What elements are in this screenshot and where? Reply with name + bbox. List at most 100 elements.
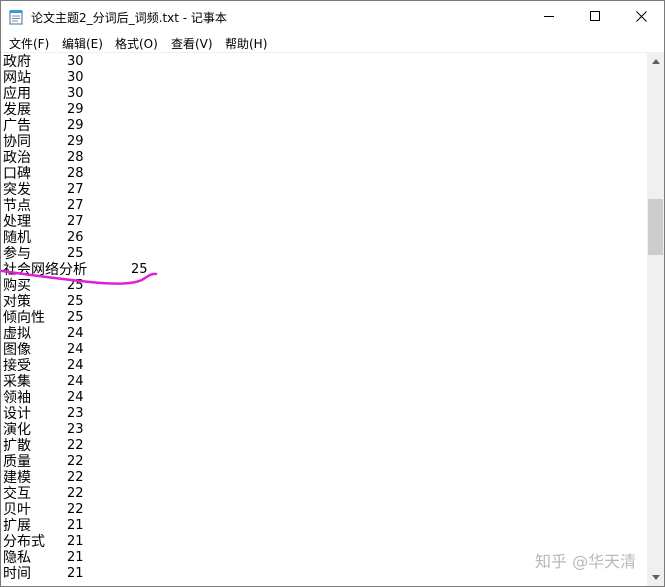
term-text: 随机 [3,230,31,246]
text-editor-area[interactable]: 政府 30 网站 30 应用 30 发展 29 广告 29 协同 29 政治 28 口碑 28 突发 27 节点 27… [1,53,647,586]
term-text: 质量 [3,454,31,470]
text-line: 广告 29 [3,118,84,134]
minimize-button[interactable] [526,1,572,32]
scroll-down-button[interactable] [647,569,664,586]
maximize-button[interactable] [572,1,618,32]
term-text: 贝叶 [3,502,31,518]
text-line: 扩展 21 [3,518,84,534]
term-count: 23 [67,422,84,437]
scroll-up-button[interactable] [647,53,664,70]
term-text: 图像 [3,342,31,358]
scroll-up-icon [651,59,660,64]
vertical-scrollbar[interactable] [647,53,664,586]
text-line: 质量 22 [3,454,84,470]
term-count: 28 [67,150,84,165]
term-text: 采集 [3,374,31,390]
text-line: 政治 28 [3,150,84,166]
text-line: 对策 25 [3,294,84,310]
term-count: 25 [67,278,84,293]
term-text: 口碑 [3,166,31,182]
term-count: 25 [131,262,148,277]
menu-format[interactable]: 格式(O) [115,35,158,52]
text-line: 时间 21 [3,566,84,582]
term-count: 21 [67,534,84,549]
text-line: 购买 25 [3,278,84,294]
term-count: 22 [67,470,84,485]
close-icon [635,11,647,22]
text-line: 应用 30 [3,86,84,102]
text-line: 突发 27 [3,182,84,198]
term-text: 倾向性 [3,310,45,326]
term-text: 对策 [3,294,31,310]
window-title: 论文主题2_分词后_词频.txt - 记事本 [31,11,227,25]
term-count: 26 [67,230,84,245]
text-line: 随机 26 [3,230,84,246]
menu-edit[interactable]: 编辑(E) [62,35,103,52]
text-line: 图像 24 [3,342,84,358]
text-line: 隐私 21 [3,550,84,566]
term-count: 25 [67,294,84,309]
term-text: 应用 [3,86,31,102]
maximize-icon [589,11,600,21]
term-text: 分布式 [3,534,45,550]
term-count: 22 [67,454,84,469]
term-text: 扩展 [3,518,31,534]
term-count: 25 [67,310,84,325]
term-text: 接受 [3,358,31,374]
text-line: 建模 22 [3,470,84,486]
term-count: 29 [67,134,84,149]
term-text: 参与 [3,246,31,262]
term-text: 交互 [3,486,31,502]
term-text: 虚拟 [3,326,31,342]
term-text: 扩散 [3,438,31,454]
term-count: 30 [67,70,84,85]
term-count: 21 [67,550,84,565]
term-text: 政治 [3,150,31,166]
text-line: 参与 25 [3,246,84,262]
term-count: 22 [67,502,84,517]
term-count: 23 [67,406,84,421]
term-text: 时间 [3,566,31,582]
term-text: 协同 [3,134,31,150]
term-count: 25 [67,246,84,261]
text-line: 社会网络分析 25 [3,262,148,278]
notepad-window: 论文主题2_分词后_词频.txt - 记事本 文件(F) 编辑(E) 格式(O)… [0,0,665,587]
text-line: 贝叶 22 [3,502,84,518]
text-line: 设计 23 [3,406,84,422]
term-count: 21 [67,566,84,581]
term-text: 政府 [3,54,31,70]
text-line: 接受 24 [3,358,84,374]
text-line: 网站 30 [3,70,84,86]
term-count: 22 [67,486,84,501]
term-count: 27 [67,214,84,229]
text-line: 政府 30 [3,54,84,70]
term-text: 领袖 [3,390,31,406]
close-button[interactable] [618,1,664,32]
scroll-down-icon [651,575,660,580]
term-count: 28 [67,166,84,181]
menu-view[interactable]: 查看(V) [171,35,213,52]
term-count: 30 [67,86,84,101]
watermark: 知乎 @华天清 [535,552,637,571]
scrollbar-thumb[interactable] [648,199,663,255]
menu-file[interactable]: 文件(F) [9,35,49,52]
term-text: 突发 [3,182,31,198]
term-count: 21 [67,518,84,533]
menu-help[interactable]: 帮助(H) [225,35,267,52]
text-line: 扩散 22 [3,438,84,454]
term-text: 演化 [3,422,31,438]
text-line: 采集 24 [3,374,84,390]
term-text: 处理 [3,214,31,230]
term-count: 27 [67,198,84,213]
text-line: 领袖 24 [3,390,84,406]
term-text: 广告 [3,118,31,134]
text-line: 虚拟 24 [3,326,84,342]
term-count: 29 [67,118,84,133]
text-line: 口碑 28 [3,166,84,182]
term-text: 网站 [3,70,31,86]
term-count: 30 [67,54,84,69]
term-text: 社会网络分析 [3,262,87,278]
text-line: 发展 29 [3,102,84,118]
term-count: 24 [67,342,84,357]
title-bar[interactable]: 论文主题2_分词后_词频.txt - 记事本 [1,1,664,32]
